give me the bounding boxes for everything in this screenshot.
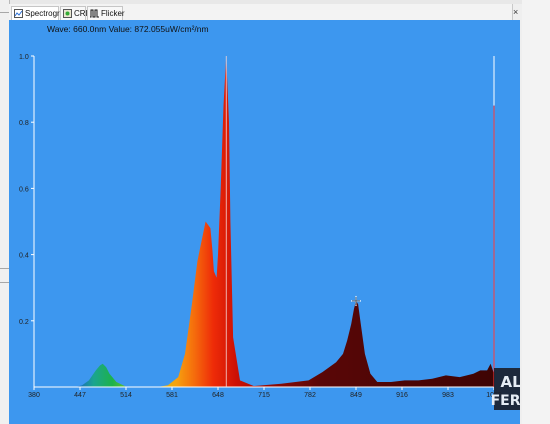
close-icon[interactable]: ×: [513, 7, 518, 17]
side-panel: [522, 0, 550, 424]
x-tick-label: 715: [258, 392, 270, 399]
watermark-line-2: FERGUS: [491, 393, 520, 409]
spectrum-chart[interactable]: Wave: 660.0nm Value: 872.055uW/cm²/nm 0.…: [9, 20, 520, 424]
y-tick-label: 0.6: [19, 186, 29, 193]
x-tick-label: 514: [120, 392, 132, 399]
watermark-line-1: ALEX: [501, 373, 520, 391]
y-tick-label: 0.4: [19, 253, 29, 260]
tab-label: Flicker: [101, 9, 125, 18]
y-tick-label: 0.2: [19, 319, 29, 326]
x-tick-label: 380: [28, 392, 40, 399]
tab-spectrogram[interactable]: Spectrogram: [11, 6, 71, 20]
watermark-logo: ALEX FERGUS: [491, 368, 520, 410]
cri-icon: [63, 9, 72, 18]
x-tick-label: 648: [212, 392, 224, 399]
spectrogram-icon: [14, 9, 23, 18]
x-tick-label: 447: [74, 392, 86, 399]
tab-cri[interactable]: CRI: [60, 6, 88, 20]
tab-strip: Spectrogram CRI Flicker: [9, 4, 523, 21]
x-tick-label: 983: [442, 392, 454, 399]
flicker-icon: [90, 9, 99, 18]
tab-flicker[interactable]: Flicker: [87, 6, 125, 20]
x-tick-label: 581: [166, 392, 178, 399]
spectrometer-window: Spectrogram CRI Flicker × Wave: 660.0nm …: [0, 0, 550, 424]
plot-background: [9, 20, 520, 424]
y-tick-label: 1.0: [19, 54, 29, 61]
tab-label: CRI: [74, 9, 88, 18]
x-tick-label: 849: [350, 392, 362, 399]
x-tick-label: 916: [396, 392, 408, 399]
y-tick-label: 0.8: [19, 120, 29, 127]
wave-value-readout: Wave: 660.0nm Value: 872.055uW/cm²/nm: [47, 24, 209, 34]
x-tick-label: 782: [304, 392, 316, 399]
